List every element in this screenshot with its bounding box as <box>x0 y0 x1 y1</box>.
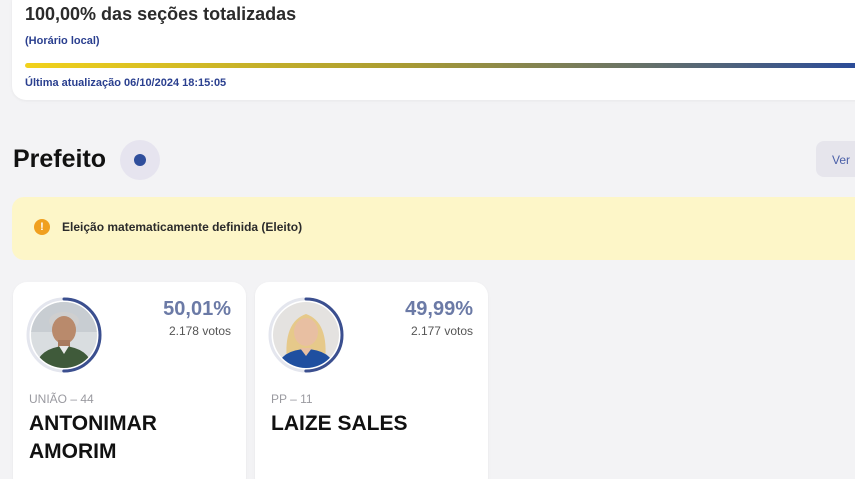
progress-fill <box>25 63 855 68</box>
candidate-card[interactable]: 49,99% 2.177 votos PP – 11 LAIZE SALES <box>255 282 488 479</box>
warning-icon: ! <box>34 219 50 235</box>
candidate-avatar <box>273 302 339 368</box>
vote-count: 2.177 votos <box>410 324 473 338</box>
candidate-avatar <box>31 302 97 368</box>
info-icon <box>134 154 146 166</box>
candidate-name: LAIZE SALES <box>271 412 408 435</box>
totalization-status-card: 100,00% das seções totalizadas (Horário … <box>12 0 855 100</box>
totalization-progress-bar <box>25 63 855 68</box>
vote-percentage: 49,99% <box>405 298 473 320</box>
local-time-label: (Horário local) <box>25 35 100 47</box>
section-title: Prefeito <box>13 145 107 173</box>
info-button[interactable] <box>120 140 160 180</box>
candidate-card[interactable]: 50,01% 2.178 votos UNIÃO – 44 ANTONIMAR … <box>13 282 246 479</box>
vote-count: 2.178 votos <box>168 324 231 338</box>
totalization-title: 100,00% das seções totalizadas <box>25 4 297 24</box>
last-update-text: Última atualização 06/10/2024 18:15:05 <box>25 77 227 89</box>
vote-percentage: 50,01% <box>163 298 231 320</box>
alert-text: Eleição matematicamente definida (Eleito… <box>62 220 303 234</box>
candidate-name: ANTONIMAR AMORIM <box>29 412 157 464</box>
elected-alert: ! Eleição matematicamente definida (Elei… <box>12 197 855 260</box>
party-number: PP – 11 <box>271 392 313 406</box>
ver-button[interactable]: Ver <box>816 141 855 177</box>
party-number: UNIÃO – 44 <box>29 392 94 406</box>
